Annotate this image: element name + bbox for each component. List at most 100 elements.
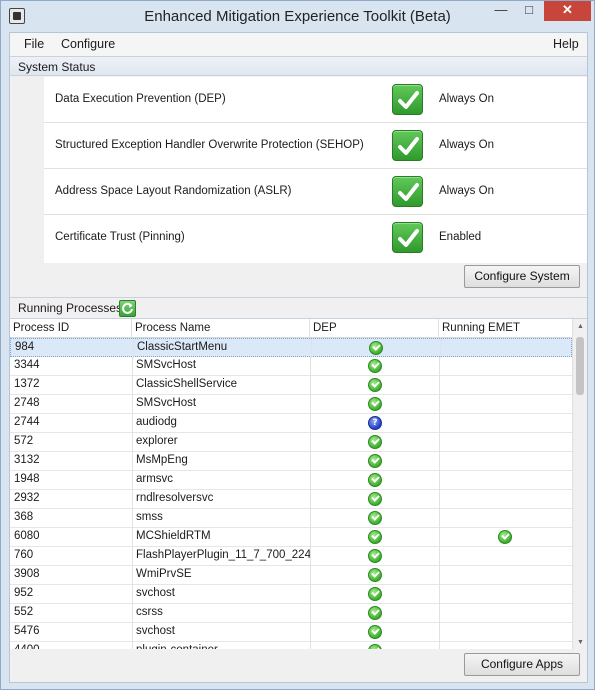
table-row[interactable]: 2932 rndlresolversvc [10, 490, 572, 509]
status-value: Always On [439, 93, 494, 105]
table-row[interactable]: 552 csrss [10, 604, 572, 623]
status-value: Enabled [439, 231, 482, 243]
check-icon [392, 176, 423, 207]
process-id-cell: 760 [14, 549, 34, 561]
column-separator [439, 395, 440, 414]
check-icon [368, 511, 382, 525]
column-separator [310, 642, 311, 649]
process-name-cell: WmiPrvSE [136, 568, 192, 580]
process-name-cell: FlashPlayerPlugin_11_7_700_224 [136, 549, 311, 561]
check-icon [368, 492, 382, 506]
maximize-button[interactable]: □ [515, 1, 543, 21]
column-separator [133, 339, 134, 358]
process-name-cell: svchost [136, 587, 175, 599]
system-status-header: System Status [10, 56, 587, 76]
app-window: Enhanced Mitigation Experience Toolkit (… [0, 0, 595, 690]
menu-file[interactable]: File [24, 37, 44, 51]
process-name-cell: explorer [136, 435, 178, 447]
minimize-button[interactable]: — [487, 1, 515, 21]
column-separator [310, 395, 311, 414]
process-name-cell: audiodg [136, 416, 177, 428]
close-button[interactable]: ✕ [544, 1, 591, 21]
scroll-thumb[interactable] [576, 337, 584, 395]
status-label: Structured Exception Handler Overwrite P… [55, 139, 364, 151]
table-row[interactable]: 5476 svchost [10, 623, 572, 642]
menu-help[interactable]: Help [553, 37, 579, 51]
process-id-cell: 3344 [14, 359, 40, 371]
process-id-cell: 4400 [14, 644, 130, 649]
table-body: 984 ClassicStartMenu 3344 SMSvcHost 1372 Clas… [10, 338, 572, 649]
column-separator [310, 566, 311, 585]
process-id-cell: 2744 [14, 416, 40, 428]
configure-apps-button[interactable]: Configure Apps [464, 653, 580, 676]
scroll-down-arrow-icon[interactable]: ▼ [573, 635, 587, 649]
column-separator [310, 376, 311, 395]
table-row[interactable]: 368 smss [10, 509, 572, 528]
table-row[interactable]: 984 ClassicStartMenu [10, 338, 572, 358]
running-processes-header: Running Processes [10, 297, 587, 317]
column-separator [439, 414, 440, 433]
status-label: Certificate Trust (Pinning) [55, 231, 185, 243]
process-id-cell: 572 [14, 435, 34, 447]
table-row[interactable]: 2744 audiodg? [10, 414, 572, 433]
process-id-cell: 2932 [14, 492, 40, 504]
table-row[interactable]: 3344 SMSvcHost [10, 357, 572, 376]
table-row[interactable]: 2748 SMSvcHost [10, 395, 572, 414]
menu-configure[interactable]: Configure [61, 37, 115, 51]
process-name-cell: rndlresolversvc [136, 492, 214, 504]
column-separator [439, 490, 440, 509]
column-separator [310, 509, 311, 528]
column-separator [310, 585, 311, 604]
process-name-cell: ClassicStartMenu [137, 341, 228, 353]
column-separator [132, 395, 133, 414]
check-icon [368, 530, 382, 544]
column-separator [132, 414, 133, 433]
check-icon [498, 530, 512, 544]
table-row[interactable]: 572 explorer [10, 433, 572, 452]
process-id-cell: 3132 [14, 454, 40, 466]
check-icon [369, 341, 383, 355]
title-bar[interactable]: Enhanced Mitigation Experience Toolkit (… [1, 1, 594, 32]
process-id-cell: 3908 [14, 568, 40, 580]
status-label: Data Execution Prevention (DEP) [55, 93, 226, 105]
column-process-name[interactable]: Process Name [132, 319, 310, 338]
process-id-cell: 2748 [14, 397, 40, 409]
process-id-cell: 1372 [14, 378, 40, 390]
check-icon [392, 130, 423, 161]
column-separator [310, 433, 311, 452]
check-icon [368, 454, 382, 468]
column-dep[interactable]: DEP [310, 319, 439, 338]
refresh-icon[interactable] [119, 300, 136, 317]
process-name-cell: ClassicShellService [136, 378, 237, 390]
table-row[interactable]: 6080 MCShieldRTM [10, 528, 572, 547]
check-icon [368, 549, 382, 563]
table-row[interactable]: 760 FlashPlayerPlugin_11_7_700_224 [10, 547, 572, 566]
table-row[interactable]: 1948 armsvc [10, 471, 572, 490]
column-separator [310, 471, 311, 490]
table-row[interactable]: 3908 WmiPrvSE [10, 566, 572, 585]
column-running-emet[interactable]: Running EMET [439, 319, 572, 338]
process-id-cell: 1948 [14, 473, 40, 485]
table-row[interactable]: 952 svchost [10, 585, 572, 604]
vertical-scrollbar[interactable]: ▲ ▼ [572, 319, 587, 649]
column-separator [310, 490, 311, 509]
check-icon [368, 568, 382, 582]
configure-system-button[interactable]: Configure System [464, 265, 580, 288]
table-row[interactable]: 3132 MsMpEng [10, 452, 572, 471]
column-process-id[interactable]: Process ID [10, 319, 132, 338]
main-content: File Configure Help System Status Data E… [9, 32, 588, 683]
check-icon [392, 222, 423, 253]
table-row[interactable]: 1372 ClassicShellService [10, 376, 572, 395]
column-separator [439, 376, 440, 395]
column-separator [439, 585, 440, 604]
column-separator [310, 623, 311, 642]
scroll-up-arrow-icon[interactable]: ▲ [573, 319, 587, 334]
column-separator [439, 509, 440, 528]
process-id-cell: 368 [14, 511, 34, 523]
process-name-cell: armsvc [136, 473, 174, 485]
column-separator [439, 566, 440, 585]
column-separator [132, 376, 133, 395]
check-icon [368, 625, 382, 639]
process-name-cell: plugin-container [136, 644, 306, 649]
table-row[interactable]: 4400 plugin-container [10, 642, 572, 649]
